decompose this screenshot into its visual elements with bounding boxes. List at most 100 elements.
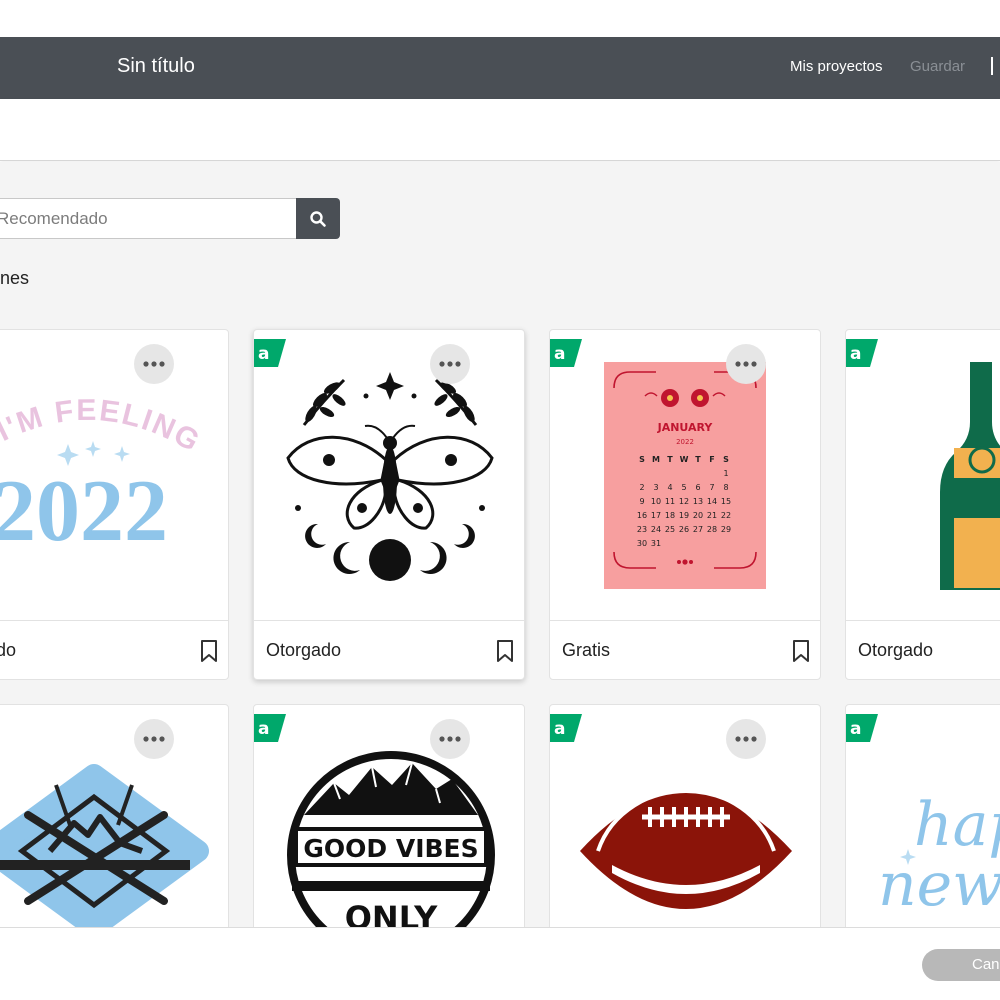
svg-text:7: 7 — [709, 483, 714, 492]
more-options-button[interactable] — [134, 344, 174, 384]
toolbar — [0, 99, 1000, 161]
section-label: nes — [0, 268, 30, 288]
card-footer: rgado — [0, 620, 228, 679]
license-label: Otorgado — [266, 640, 342, 660]
svg-text:30: 30 — [637, 539, 647, 548]
svg-text:21: 21 — [707, 511, 717, 520]
svg-text:19: 19 — [679, 511, 689, 520]
svg-text:8: 8 — [723, 483, 728, 492]
badge-a-icon: a — [254, 714, 286, 742]
bookmark-icon[interactable] — [494, 639, 516, 663]
image-card[interactable]: a Otorgado — [253, 329, 525, 680]
badge-a-icon: a — [550, 339, 582, 367]
my-projects-link[interactable]: Mis proyectos — [790, 58, 883, 75]
svg-text:18: 18 — [665, 511, 675, 520]
svg-text:12: 12 — [679, 497, 689, 506]
search-input[interactable] — [0, 198, 297, 239]
svg-text:2: 2 — [639, 483, 644, 492]
image-text-new-y: new y — [878, 850, 1000, 920]
svg-text:17: 17 — [651, 511, 661, 520]
license-label: rgado — [0, 640, 17, 660]
image-thumbnail[interactable]: GOOD VIBES ONLY — [254, 705, 524, 927]
svg-text:22: 22 — [721, 511, 731, 520]
license-label: Gratis — [562, 640, 611, 660]
svg-text:9: 9 — [639, 497, 644, 506]
svg-text:4: 4 — [667, 483, 672, 492]
svg-text:F: F — [709, 455, 714, 464]
image-card[interactable] — [0, 704, 229, 927]
calendar-year: 2022 — [676, 438, 694, 446]
search-icon — [310, 210, 326, 227]
svg-text:5: 5 — [681, 483, 686, 492]
svg-text:a: a — [850, 344, 861, 364]
badge-a-icon: a — [846, 339, 878, 367]
image-card[interactable]: a — [549, 704, 821, 927]
image-card[interactable]: I'M FEELING 2022 rgado — [0, 329, 229, 680]
svg-text:M: M — [652, 455, 660, 464]
svg-text:23: 23 — [637, 525, 647, 534]
image-library-panel: nes I'M FEELING 2022 rgado — [0, 162, 1000, 927]
image-text-only: ONLY — [345, 899, 438, 927]
image-text-feeling: I'M FEELING — [0, 394, 204, 459]
badge-a-icon: a — [550, 714, 582, 742]
image-card[interactable]: JANUARY 2022 SMTWTFS 1 2345678 9 10 11 12 13… — [549, 329, 821, 680]
card-footer: Gratis — [550, 620, 820, 679]
badge-a-icon: a — [254, 339, 286, 367]
moth-image — [286, 372, 494, 581]
svg-text:S: S — [639, 455, 645, 464]
bookmark-icon[interactable] — [790, 639, 812, 663]
image-card[interactable]: happ new y a — [845, 704, 1000, 927]
svg-text:S: S — [723, 455, 729, 464]
svg-text:I'M FEELING: I'M FEELING — [0, 394, 206, 459]
more-icon — [735, 736, 757, 742]
more-icon — [735, 361, 757, 367]
more-icon — [439, 736, 461, 742]
svg-text:11: 11 — [665, 497, 675, 506]
svg-text:1: 1 — [723, 469, 728, 478]
svg-text:26: 26 — [679, 525, 689, 534]
image-thumbnail[interactable] — [0, 705, 228, 927]
svg-text:a: a — [258, 344, 269, 364]
feeling-2022-image: I'M FEELING 2022 — [0, 394, 206, 560]
image-thumbnail[interactable]: I'M FEELING 2022 — [0, 330, 228, 620]
image-card[interactable]: GOOD VIBES ONLY a — [253, 704, 525, 927]
svg-text:31: 31 — [651, 539, 661, 548]
good-vibes-image: GOOD VIBES ONLY — [287, 751, 495, 927]
bookmark-icon[interactable] — [198, 639, 220, 663]
svg-text:29: 29 — [721, 525, 731, 534]
svg-text:a: a — [554, 344, 565, 364]
more-options-button[interactable] — [726, 344, 766, 384]
svg-text:16: 16 — [637, 511, 647, 520]
more-options-button[interactable] — [430, 344, 470, 384]
more-options-button[interactable] — [134, 719, 174, 759]
card-footer: Otorgado — [254, 620, 524, 679]
app-header: Sin título Mis proyectos Guardar — [0, 37, 1000, 99]
cancel-button[interactable]: Can — [922, 949, 1000, 981]
svg-text:15: 15 — [721, 497, 731, 506]
document-title[interactable]: Sin título — [117, 55, 195, 78]
calendar-image: JANUARY 2022 SMTWTFS 1 2345678 9 10 11 12 13… — [604, 362, 766, 589]
svg-text:14: 14 — [707, 497, 717, 506]
image-thumbnail[interactable] — [550, 705, 820, 927]
search-button[interactable] — [296, 198, 340, 239]
svg-text:W: W — [680, 455, 689, 464]
more-icon — [143, 361, 165, 367]
svg-text:27: 27 — [693, 525, 703, 534]
svg-text:3: 3 — [653, 483, 658, 492]
image-text-year: 2022 — [0, 463, 168, 560]
save-button[interactable]: Guardar — [910, 58, 965, 75]
header-divider — [991, 57, 993, 75]
svg-text:a: a — [850, 719, 861, 739]
more-options-button[interactable] — [726, 719, 766, 759]
image-thumbnail[interactable]: JANUARY 2022 SMTWTFS 1 2345678 9 10 11 12 13… — [550, 330, 820, 620]
image-card[interactable]: a Otorgado — [845, 329, 1000, 680]
dialog-footer: Can — [0, 927, 1000, 1000]
svg-text:25: 25 — [665, 525, 675, 534]
more-icon — [143, 736, 165, 742]
calendar-month: JANUARY — [657, 421, 714, 434]
license-label: Otorgado — [858, 640, 934, 660]
svg-text:13: 13 — [693, 497, 703, 506]
image-thumbnail[interactable] — [254, 330, 524, 620]
football-image — [580, 793, 792, 909]
more-options-button[interactable] — [430, 719, 470, 759]
